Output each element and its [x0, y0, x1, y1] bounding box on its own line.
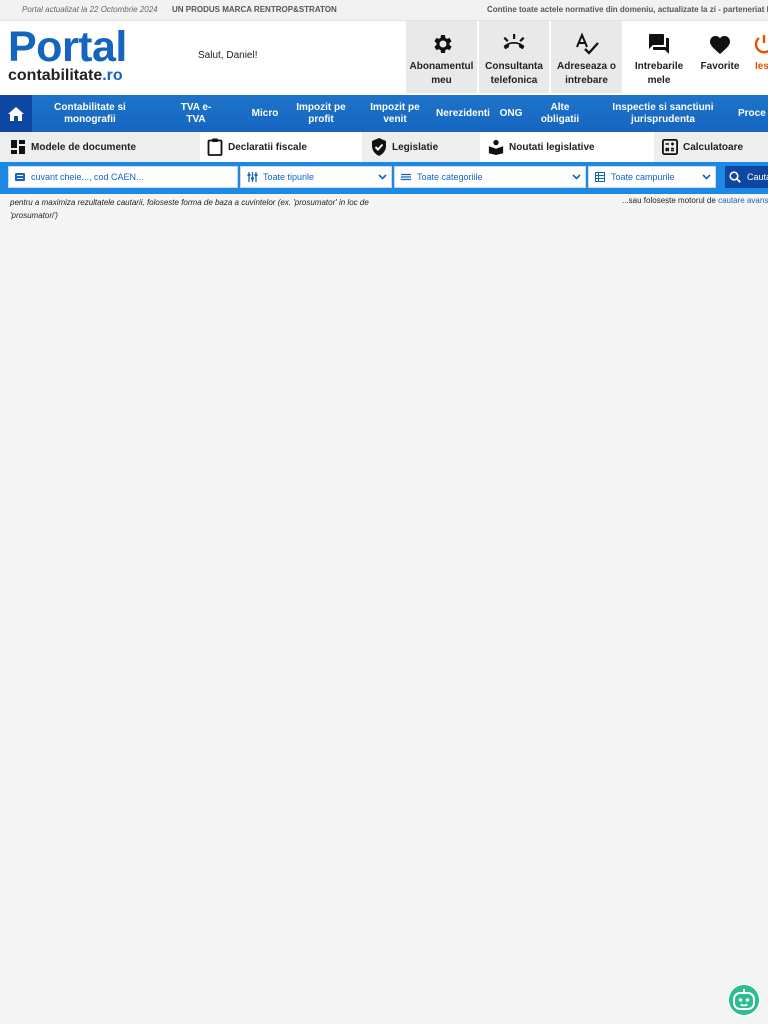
- power-icon: [752, 32, 768, 56]
- tool-legislation[interactable]: Legislatie: [362, 132, 480, 162]
- clipboard-icon: [207, 138, 223, 156]
- forum-icon: [647, 32, 671, 56]
- subscription-label: Abonamentul meu: [409, 61, 474, 86]
- search-hints: pentru a maximiza rezultatele cautarii, …: [0, 194, 768, 224]
- grid-icon: [595, 172, 607, 182]
- nav-item-contabilitate[interactable]: Contabilitate si monografii: [48, 95, 132, 132]
- tool-legislative-news[interactable]: Noutati legislative: [480, 132, 654, 162]
- chevron-down-icon: [702, 172, 711, 183]
- nav-item-impozit-venit[interactable]: Impozit pe venit: [366, 95, 424, 132]
- logo-suffix: .ro: [102, 67, 123, 84]
- contains-text: Contine toate actele normative din domen…: [487, 5, 768, 14]
- chatbot-button[interactable]: [727, 983, 761, 1017]
- tool-document-templates[interactable]: Modele de documente: [0, 132, 200, 162]
- tools-bar: Modele de documente Declaratii fiscale L…: [0, 132, 768, 162]
- type-select[interactable]: Toate tipurile: [240, 166, 392, 188]
- favorites-button[interactable]: Favorite: [696, 21, 744, 93]
- logo-line2: contabilitate.ro: [8, 68, 127, 84]
- logo-line1: Portal: [8, 23, 127, 71]
- tool-legislation-label: Legislatie: [392, 141, 439, 153]
- tool-tax-declarations-label: Declaratii fiscale: [228, 141, 307, 153]
- gear-icon: [430, 32, 454, 56]
- nav-item-ong[interactable]: ONG: [498, 95, 524, 132]
- home-icon[interactable]: [0, 95, 32, 132]
- my-questions-label: Intrebarile mele: [634, 61, 684, 86]
- nav-item-alte-obligatii[interactable]: Alte obligatii: [536, 95, 584, 132]
- search-button[interactable]: Cauta: [725, 166, 768, 188]
- portal-logo[interactable]: Portal contabilitate.ro: [8, 23, 127, 84]
- my-questions-button[interactable]: Intrebarile mele: [624, 21, 694, 93]
- heart-icon: [708, 32, 732, 56]
- tool-calculators[interactable]: Calculatoare: [654, 132, 768, 162]
- nav-item-inspectie[interactable]: Inspectie si sanctiuni jurisprudenta: [604, 95, 722, 132]
- nav-item-tva[interactable]: TVA e-TVA: [180, 95, 212, 132]
- logout-label: Ies: [755, 61, 768, 72]
- search-button-label: Cauta: [747, 172, 768, 182]
- phone-consulting-label: Consultanta telefonica: [485, 61, 543, 86]
- ask-question-button[interactable]: Adreseaza o intrebare: [551, 21, 622, 93]
- dashboard-icon: [10, 138, 26, 156]
- list-icon: [401, 173, 413, 181]
- ask-question-label: Adreseaza o intrebare: [557, 61, 616, 86]
- keyword-field[interactable]: [8, 166, 238, 188]
- nav-item-impozit-profit[interactable]: Impozit pe profit: [293, 95, 349, 132]
- subscription-button[interactable]: Abonamentul meu: [406, 21, 477, 93]
- nav-item-nerezidenti[interactable]: Nerezidenti: [436, 95, 490, 132]
- book-reader-icon: [488, 138, 504, 156]
- nav-item-proceduri[interactable]: Proce: [738, 95, 768, 132]
- advanced-search-link[interactable]: cautare avansa: [718, 196, 768, 205]
- phone-icon: [501, 32, 527, 56]
- top-info-bar: Portal actualizat la 22 Octombrie 2024 U…: [0, 0, 768, 21]
- field-select[interactable]: Toate campurile: [588, 166, 716, 188]
- advanced-search-hint: ...sau foloseste motorul de cautare avan…: [622, 196, 768, 205]
- calculator-icon: [662, 138, 678, 156]
- user-greeting: Salut, Daniel!: [198, 50, 258, 61]
- field-select-value: Toate campurile: [611, 172, 675, 182]
- nav-item-micro[interactable]: Micro: [249, 95, 281, 132]
- search-tip-text: pentru a maximiza rezultatele cautarii, …: [10, 198, 369, 220]
- favorites-label: Favorite: [700, 61, 740, 72]
- search-bar: Toate tipurile Toate categoriile Toate c…: [0, 162, 768, 194]
- advanced-search-prefix: ...sau foloseste motorul de: [622, 196, 719, 205]
- brand-text: UN PRODUS MARCA RENTROP&STRATON: [172, 5, 337, 14]
- spellcheck-icon: [574, 32, 600, 56]
- filter-sliders-icon: [247, 172, 259, 182]
- chevron-down-icon: [378, 172, 387, 183]
- search-icon: [729, 171, 741, 183]
- type-select-value: Toate tipurile: [263, 172, 315, 182]
- tool-tax-declarations[interactable]: Declaratii fiscale: [200, 132, 362, 162]
- chevron-down-icon: [572, 172, 581, 183]
- shield-check-icon: [371, 138, 387, 156]
- phone-consulting-button[interactable]: Consultanta telefonica: [479, 21, 549, 93]
- tool-legislative-news-label: Noutati legislative: [509, 141, 595, 153]
- logo-line2-text: contabilitate: [8, 67, 103, 84]
- search-input[interactable]: [31, 172, 231, 182]
- keyboard-icon: [15, 173, 27, 181]
- category-select[interactable]: Toate categoriile: [394, 166, 586, 188]
- header: Portal contabilitate.ro Salut, Daniel! A…: [0, 21, 768, 95]
- tool-document-templates-label: Modele de documente: [31, 141, 137, 153]
- category-select-value: Toate categoriile: [417, 172, 483, 182]
- main-nav: Contabilitate si monografii TVA e-TVA Mi…: [0, 95, 768, 132]
- tool-calculators-label: Calculatoare: [683, 141, 744, 153]
- logout-button[interactable]: Ies: [752, 21, 768, 93]
- update-date-text: Portal actualizat la 22 Octombrie 2024: [22, 5, 158, 14]
- robot-icon: [731, 987, 757, 1013]
